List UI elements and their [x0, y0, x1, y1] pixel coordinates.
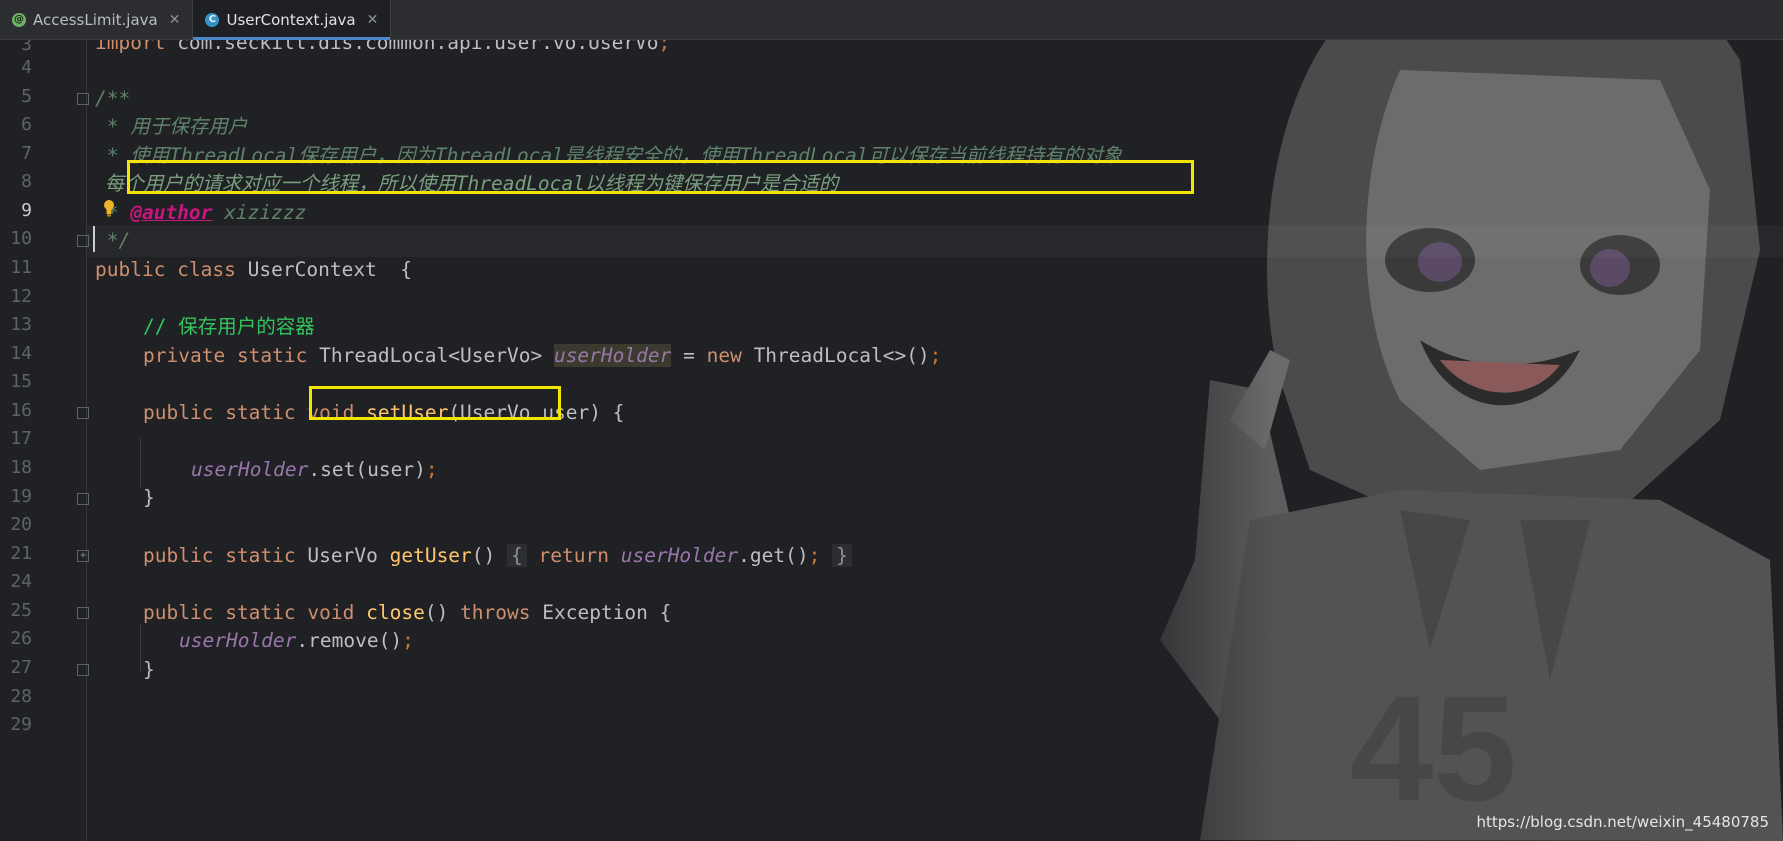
semicolon: ; [402, 629, 414, 652]
code-editor[interactable]: 4 5 @ AccessLimit.java ✕ C UserContext.ja… [0, 0, 1783, 841]
line-number: 19 [10, 486, 32, 507]
parameters: () [424, 601, 449, 624]
keyword: static [236, 344, 308, 367]
field-name: userHolder [179, 629, 297, 652]
line-number: 14 [10, 343, 32, 364]
line-number: 25 [10, 600, 32, 621]
line-number: 20 [10, 514, 32, 535]
fold-expand-icon[interactable]: + [77, 550, 89, 562]
line-number: 24 [10, 571, 32, 592]
type-name: ThreadLocal<UserVo> [319, 344, 543, 367]
code-line-11: public class UserContext { [95, 254, 412, 286]
keyword: public [143, 544, 214, 567]
code-line-13: // 保存用户的容器 [143, 315, 315, 338]
keyword: private [143, 344, 226, 367]
method-call: .get() [738, 544, 809, 567]
line-number: 28 [10, 686, 32, 707]
semicolon: ; [425, 458, 438, 481]
type-name: UserVo [307, 544, 378, 567]
keyword: class [177, 258, 236, 281]
fold-end-icon[interactable] [77, 664, 89, 676]
field-name: userHolder [620, 544, 739, 567]
line-number: 6 [21, 114, 32, 135]
editor-tab-bar: @ AccessLimit.java ✕ C UserContext.java … [0, 0, 1783, 40]
keyword: public [143, 401, 214, 424]
comment-star: * [95, 144, 131, 167]
code-line-10: */ [95, 229, 131, 252]
keyword: static [225, 401, 296, 424]
keyword: return [538, 544, 609, 567]
keyword: public [95, 258, 166, 281]
method-name: close [366, 601, 425, 624]
line-number: 21 [10, 543, 32, 564]
line-number: 8 [21, 171, 32, 192]
annotation-icon: @ [12, 12, 26, 27]
javadoc-tag: @author [130, 201, 213, 224]
line-number: 10 [10, 228, 32, 249]
line-number: 5 [21, 86, 32, 107]
fold-marker-icon[interactable] [77, 93, 89, 105]
line-number-current: 9 [21, 200, 32, 221]
parameters: () [471, 544, 496, 567]
field-name: userHolder [191, 458, 309, 481]
author-name: xizizzz [212, 201, 307, 224]
exception-type: Exception { [530, 601, 672, 624]
line-number-gutter[interactable]: 3 4 5 6 7 8 9 10 11 12 13 14 15 16 17 18… [0, 34, 89, 841]
lightbulb-icon[interactable] [103, 199, 115, 217]
keyword: void [307, 601, 355, 624]
line-number: 7 [21, 143, 32, 164]
folded-brace[interactable]: { [507, 544, 527, 567]
class-name: UserContext [247, 258, 377, 281]
keyword: new [706, 344, 742, 367]
line-number: 12 [10, 286, 32, 307]
line-number: 26 [10, 628, 32, 649]
fold-marker-icon[interactable] [77, 407, 89, 419]
method-name: getUser [389, 544, 472, 567]
keyword: throws [460, 601, 531, 624]
line-number: 13 [10, 314, 32, 335]
tab-accesslimit[interactable]: @ AccessLimit.java ✕ [0, 0, 194, 39]
line-number: 15 [10, 371, 32, 392]
operator: = [671, 344, 707, 367]
line-number: 17 [10, 428, 32, 449]
semicolon: ; [808, 544, 821, 567]
code-line-19: } [143, 486, 155, 509]
keyword: static [225, 544, 296, 567]
semicolon: ; [929, 344, 942, 367]
code-line-27: } [143, 658, 155, 681]
keyword: static [225, 601, 296, 624]
code-line-14: private static ThreadLocal<UserVo> userH… [143, 340, 941, 372]
tab-usercontext[interactable]: C UserContext.java ✕ [193, 0, 392, 40]
class-icon: C [205, 12, 220, 27]
constructor-call: ThreadLocal<>() [741, 344, 930, 367]
tab-label: UserContext.java [226, 10, 356, 29]
line-number: 16 [10, 400, 32, 421]
line-number: 11 [10, 257, 32, 278]
line-number: 29 [10, 714, 32, 735]
close-icon[interactable]: ✕ [169, 12, 181, 28]
folded-brace[interactable]: } [832, 544, 852, 567]
method-call: .remove() [296, 629, 403, 652]
watermark: https://blog.csdn.net/weixin_45480785 [1476, 813, 1769, 831]
line-number: 18 [10, 457, 32, 478]
text-caret [93, 226, 95, 252]
code-line-26: userHolder.remove(); [179, 625, 414, 657]
highlight-box [309, 386, 561, 420]
keyword: public [143, 601, 214, 624]
field-name: userHolder [553, 344, 672, 367]
code-line-6: * 用于保存用户 [95, 115, 248, 138]
tab-label: AccessLimit.java [33, 10, 158, 29]
fold-end-icon[interactable] [77, 493, 89, 505]
brace: { [376, 258, 413, 281]
fold-end-icon[interactable] [77, 235, 89, 247]
code-line-18: userHolder.set(user); [191, 454, 438, 486]
code-line-21: public static UserVo getUser() { return … [143, 540, 852, 572]
method-call: .set(user) [308, 458, 426, 481]
close-icon[interactable]: ✕ [367, 12, 379, 28]
line-number: 27 [10, 657, 32, 678]
line-number: 4 [21, 57, 32, 78]
fold-marker-icon[interactable] [77, 607, 89, 619]
highlight-box [127, 160, 1194, 194]
